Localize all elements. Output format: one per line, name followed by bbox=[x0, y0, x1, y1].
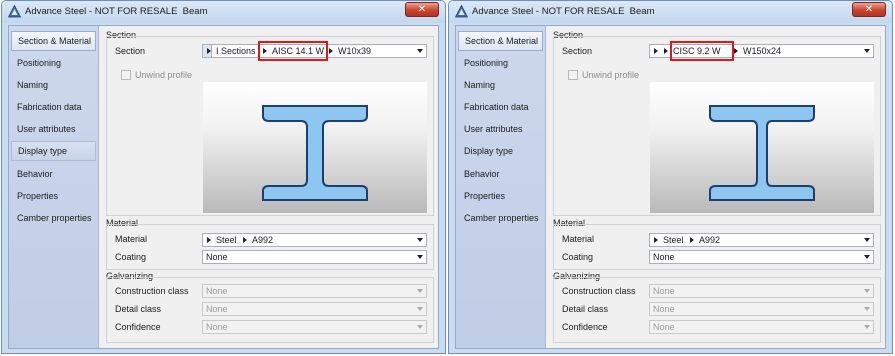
nav-item-properties[interactable]: Properties bbox=[458, 186, 543, 206]
unwind-profile-checkbox[interactable] bbox=[568, 70, 578, 80]
triangle-right-icon bbox=[207, 237, 211, 243]
unwind-profile-label: Unwind profile bbox=[582, 70, 640, 80]
section-path-combo[interactable]: I Sections AISC 14.1 W W10x39 bbox=[202, 41, 427, 61]
triangle-right-icon bbox=[690, 237, 694, 243]
material-label: Material bbox=[562, 234, 595, 244]
advance-steel-logo-icon bbox=[455, 5, 468, 18]
section-label: Section bbox=[562, 46, 593, 56]
chevron-down-icon bbox=[864, 289, 870, 293]
nav-item-naming[interactable]: Naming bbox=[458, 75, 543, 95]
detail-class-select[interactable]: None bbox=[202, 302, 427, 316]
triangle-right-icon bbox=[207, 48, 211, 54]
material-label: Material bbox=[115, 234, 148, 244]
beam-properties-window-right: Advance Steel - NOT FOR RESALE Beam ✕ Se… bbox=[448, 0, 893, 354]
triangle-right-icon bbox=[664, 48, 668, 54]
nav-sidebar: Section & Material Positioning Naming Fa… bbox=[456, 26, 546, 348]
close-icon: ✕ bbox=[417, 4, 427, 15]
title-bar[interactable]: Advance Steel - NOT FOR RESALE Beam ✕ bbox=[2, 1, 445, 23]
chevron-down-icon[interactable] bbox=[864, 255, 870, 259]
nav-item-fabrication-data[interactable]: Fabrication data bbox=[458, 97, 543, 117]
detail-class-label: Detail class bbox=[562, 304, 609, 314]
triangle-right-icon bbox=[243, 237, 247, 243]
section-preview bbox=[650, 82, 874, 213]
i-beam-shape bbox=[709, 105, 815, 201]
section-path-segment-3[interactable]: W150x24 bbox=[734, 46, 781, 56]
construction-class-select[interactable]: None bbox=[202, 284, 427, 298]
advance-steel-logo-icon bbox=[8, 5, 21, 18]
title-bar[interactable]: Advance Steel - NOT FOR RESALE Beam ✕ bbox=[449, 1, 892, 23]
triangle-right-icon bbox=[734, 48, 738, 54]
chevron-down-icon[interactable] bbox=[417, 255, 423, 259]
nav-item-section-material[interactable]: Section & Material bbox=[11, 31, 96, 51]
nav-item-display-type[interactable]: Display type bbox=[458, 141, 543, 161]
confidence-select[interactable]: None bbox=[202, 320, 427, 334]
chevron-down-icon[interactable] bbox=[864, 49, 870, 53]
dialog-client-area: Section & Material Positioning Naming Fa… bbox=[8, 25, 439, 349]
nav-item-camber-properties[interactable]: Camber properties bbox=[458, 208, 543, 228]
i-beam-shape bbox=[262, 105, 368, 201]
nav-item-naming[interactable]: Naming bbox=[11, 75, 96, 95]
triangle-right-icon bbox=[654, 237, 658, 243]
section-label: Section bbox=[115, 46, 146, 56]
chevron-down-icon[interactable] bbox=[417, 238, 423, 242]
material-path-segment-2[interactable]: A992 bbox=[243, 235, 273, 245]
detail-class-select[interactable]: None bbox=[649, 302, 874, 316]
construction-class-label: Construction class bbox=[562, 286, 636, 296]
confidence-select[interactable]: None bbox=[649, 320, 874, 334]
nav-item-fabrication-data[interactable]: Fabrication data bbox=[11, 97, 96, 117]
section-path-segment-1[interactable]: I Sections bbox=[207, 46, 256, 56]
nav-item-behavior[interactable]: Behavior bbox=[458, 164, 543, 184]
window-title: Advance Steel - NOT FOR RESALE Beam bbox=[472, 6, 655, 17]
nav-item-user-attributes[interactable]: User attributes bbox=[458, 119, 543, 139]
section-path-segment-3[interactable]: W10x39 bbox=[329, 46, 371, 56]
coating-select[interactable]: None bbox=[202, 250, 427, 264]
close-button[interactable]: ✕ bbox=[405, 2, 439, 17]
unwind-profile-label: Unwind profile bbox=[135, 70, 193, 80]
chevron-down-icon bbox=[864, 325, 870, 329]
nav-item-positioning[interactable]: Positioning bbox=[458, 53, 543, 73]
i-beam-profile-drawing bbox=[262, 105, 368, 201]
highlight-box bbox=[258, 41, 328, 61]
coating-label: Coating bbox=[562, 252, 594, 262]
beam-properties-window-left: Advance Steel - NOT FOR RESALE Beam ✕ Se… bbox=[1, 0, 446, 354]
nav-item-section-material[interactable]: Section & Material bbox=[458, 31, 543, 51]
nav-item-camber-properties[interactable]: Camber properties bbox=[11, 208, 96, 228]
section-preview bbox=[203, 82, 427, 213]
material-path-combo[interactable]: Steel A992 bbox=[202, 233, 427, 247]
chevron-down-icon[interactable] bbox=[417, 49, 423, 53]
section-path-combo[interactable]: CISC 9.2 W W150x24 bbox=[649, 41, 874, 61]
highlight-box bbox=[670, 41, 734, 61]
detail-class-label: Detail class bbox=[115, 304, 162, 314]
nav-item-properties[interactable]: Properties bbox=[11, 186, 96, 206]
triangle-right-icon bbox=[654, 48, 658, 54]
i-beam-profile-drawing bbox=[709, 105, 815, 201]
nav-item-user-attributes[interactable]: User attributes bbox=[11, 119, 96, 139]
dialog-client-area: Section & Material Positioning Naming Fa… bbox=[455, 25, 886, 349]
chevron-down-icon[interactable] bbox=[864, 238, 870, 242]
chevron-down-icon bbox=[417, 325, 423, 329]
window-title: Advance Steel - NOT FOR RESALE Beam bbox=[25, 6, 208, 17]
unwind-profile-checkbox[interactable] bbox=[121, 70, 131, 80]
nav-sidebar: Section & Material Positioning Naming Fa… bbox=[9, 26, 99, 348]
chevron-down-icon bbox=[417, 289, 423, 293]
construction-class-select[interactable]: None bbox=[649, 284, 874, 298]
material-path-segment-2[interactable]: A992 bbox=[690, 235, 720, 245]
nav-item-positioning[interactable]: Positioning bbox=[11, 53, 96, 73]
chevron-down-icon bbox=[864, 307, 870, 311]
close-button[interactable]: ✕ bbox=[852, 2, 886, 17]
triangle-right-icon bbox=[329, 48, 333, 54]
nav-item-behavior[interactable]: Behavior bbox=[11, 164, 96, 184]
material-path-combo[interactable]: Steel A992 bbox=[649, 233, 874, 247]
material-path-segment-1[interactable]: Steel bbox=[207, 235, 237, 245]
nav-item-display-type[interactable]: Display type bbox=[11, 141, 96, 161]
section-path-segment-1[interactable] bbox=[654, 46, 663, 56]
coating-select[interactable]: None bbox=[649, 250, 874, 264]
construction-class-label: Construction class bbox=[115, 286, 189, 296]
confidence-label: Confidence bbox=[115, 322, 161, 332]
material-path-segment-1[interactable]: Steel bbox=[654, 235, 684, 245]
coating-label: Coating bbox=[115, 252, 147, 262]
close-icon: ✕ bbox=[864, 4, 874, 15]
confidence-label: Confidence bbox=[562, 322, 608, 332]
chevron-down-icon bbox=[417, 307, 423, 311]
